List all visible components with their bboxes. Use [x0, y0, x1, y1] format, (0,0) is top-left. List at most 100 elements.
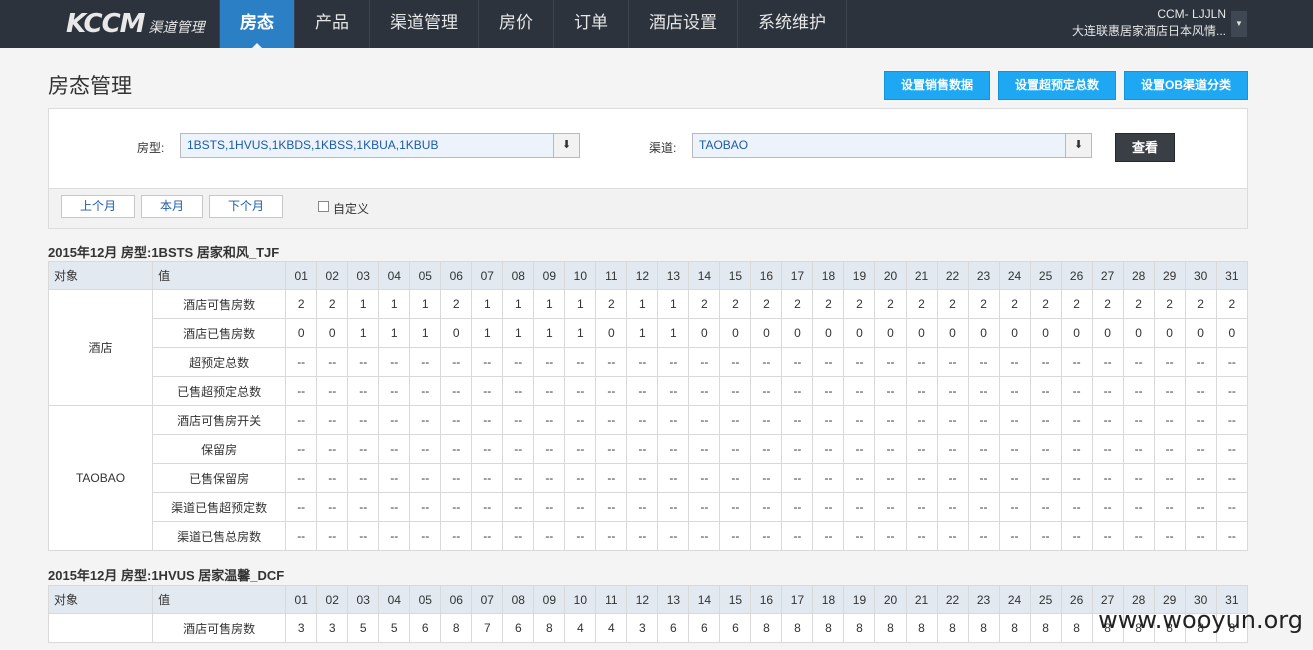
value-cell[interactable]: --: [657, 376, 690, 406]
nav-item[interactable]: 订单: [554, 0, 629, 48]
value-cell[interactable]: --: [1091, 434, 1124, 464]
value-cell[interactable]: 1: [409, 289, 442, 319]
value-cell[interactable]: --: [967, 521, 1000, 551]
value-cell[interactable]: 2: [1029, 289, 1062, 319]
room-type-select[interactable]: 1BSTS,1HVUS,1KBDS,1KBSS,1KBUA,1KBUB ⬇: [180, 133, 580, 158]
value-cell[interactable]: --: [967, 405, 1000, 435]
value-cell[interactable]: --: [905, 376, 938, 406]
value-cell[interactable]: --: [471, 492, 504, 522]
value-cell[interactable]: --: [533, 405, 566, 435]
value-cell[interactable]: --: [285, 463, 318, 493]
value-cell[interactable]: 2: [1215, 289, 1249, 319]
value-cell[interactable]: 6: [409, 613, 442, 643]
value-cell[interactable]: --: [440, 463, 473, 493]
value-cell[interactable]: --: [347, 492, 380, 522]
nav-item[interactable]: 系统维护: [738, 0, 847, 48]
value-cell[interactable]: 1: [409, 318, 442, 348]
value-cell[interactable]: --: [843, 492, 876, 522]
value-cell[interactable]: --: [626, 434, 659, 464]
value-cell[interactable]: --: [595, 434, 628, 464]
value-cell[interactable]: --: [1122, 347, 1155, 377]
value-cell[interactable]: --: [316, 376, 349, 406]
value-cell[interactable]: --: [1122, 463, 1155, 493]
value-cell[interactable]: --: [843, 405, 876, 435]
value-cell[interactable]: --: [1060, 492, 1093, 522]
value-cell[interactable]: 0: [316, 318, 349, 348]
value-cell[interactable]: --: [874, 492, 907, 522]
value-cell[interactable]: --: [719, 405, 752, 435]
value-cell[interactable]: --: [1184, 492, 1217, 522]
value-cell[interactable]: --: [440, 405, 473, 435]
user-dropdown-icon[interactable]: ▼: [1231, 11, 1247, 37]
value-cell[interactable]: --: [533, 463, 566, 493]
value-cell[interactable]: --: [688, 434, 721, 464]
value-cell[interactable]: 1: [347, 289, 380, 319]
value-cell[interactable]: 2: [874, 289, 907, 319]
value-cell[interactable]: --: [440, 434, 473, 464]
value-cell[interactable]: --: [595, 463, 628, 493]
value-cell[interactable]: --: [409, 463, 442, 493]
value-cell[interactable]: --: [347, 347, 380, 377]
value-cell[interactable]: --: [967, 463, 1000, 493]
value-cell[interactable]: --: [1184, 347, 1217, 377]
value-cell[interactable]: --: [812, 347, 845, 377]
value-cell[interactable]: --: [998, 463, 1031, 493]
value-cell[interactable]: 1: [533, 289, 566, 319]
value-cell[interactable]: 0: [905, 318, 938, 348]
value-cell[interactable]: --: [936, 347, 969, 377]
value-cell[interactable]: --: [1184, 434, 1217, 464]
value-cell[interactable]: 0: [1122, 318, 1155, 348]
value-cell[interactable]: --: [750, 405, 783, 435]
value-cell[interactable]: --: [750, 492, 783, 522]
value-cell[interactable]: --: [781, 521, 814, 551]
value-cell[interactable]: --: [843, 376, 876, 406]
value-cell[interactable]: 8: [750, 613, 783, 643]
value-cell[interactable]: --: [750, 376, 783, 406]
value-cell[interactable]: --: [347, 434, 380, 464]
value-cell[interactable]: --: [564, 492, 597, 522]
prev-month-button[interactable]: 上个月: [61, 195, 135, 218]
value-cell[interactable]: --: [564, 521, 597, 551]
value-cell[interactable]: --: [409, 434, 442, 464]
value-cell[interactable]: 8: [998, 613, 1031, 643]
value-cell[interactable]: 6: [502, 613, 535, 643]
value-cell[interactable]: --: [409, 521, 442, 551]
value-cell[interactable]: --: [843, 347, 876, 377]
value-cell[interactable]: --: [1029, 347, 1062, 377]
value-cell[interactable]: --: [626, 463, 659, 493]
value-cell[interactable]: --: [688, 521, 721, 551]
value-cell[interactable]: 8: [843, 613, 876, 643]
value-cell[interactable]: 8: [905, 613, 938, 643]
value-cell[interactable]: --: [905, 434, 938, 464]
value-cell[interactable]: --: [1091, 463, 1124, 493]
value-cell[interactable]: --: [533, 521, 566, 551]
value-cell[interactable]: --: [502, 405, 535, 435]
value-cell[interactable]: --: [1215, 463, 1249, 493]
value-cell[interactable]: --: [998, 521, 1031, 551]
value-cell[interactable]: --: [1122, 492, 1155, 522]
value-cell[interactable]: --: [626, 405, 659, 435]
value-cell[interactable]: --: [812, 405, 845, 435]
value-cell[interactable]: --: [1215, 347, 1249, 377]
value-cell[interactable]: --: [657, 405, 690, 435]
value-cell[interactable]: --: [657, 347, 690, 377]
value-cell[interactable]: 2: [781, 289, 814, 319]
value-cell[interactable]: --: [1184, 376, 1217, 406]
value-cell[interactable]: --: [409, 492, 442, 522]
value-cell[interactable]: --: [1060, 463, 1093, 493]
value-cell[interactable]: --: [1122, 521, 1155, 551]
value-cell[interactable]: --: [812, 521, 845, 551]
value-cell[interactable]: 0: [998, 318, 1031, 348]
value-cell[interactable]: 2: [1091, 289, 1124, 319]
value-cell[interactable]: --: [1184, 405, 1217, 435]
value-cell[interactable]: 0: [719, 318, 752, 348]
value-cell[interactable]: 2: [595, 289, 628, 319]
value-cell[interactable]: 0: [967, 318, 1000, 348]
value-cell[interactable]: --: [533, 434, 566, 464]
value-cell[interactable]: --: [781, 463, 814, 493]
value-cell[interactable]: 8: [874, 613, 907, 643]
value-cell[interactable]: --: [998, 376, 1031, 406]
value-cell[interactable]: --: [626, 521, 659, 551]
value-cell[interactable]: --: [347, 521, 380, 551]
value-cell[interactable]: 1: [502, 318, 535, 348]
